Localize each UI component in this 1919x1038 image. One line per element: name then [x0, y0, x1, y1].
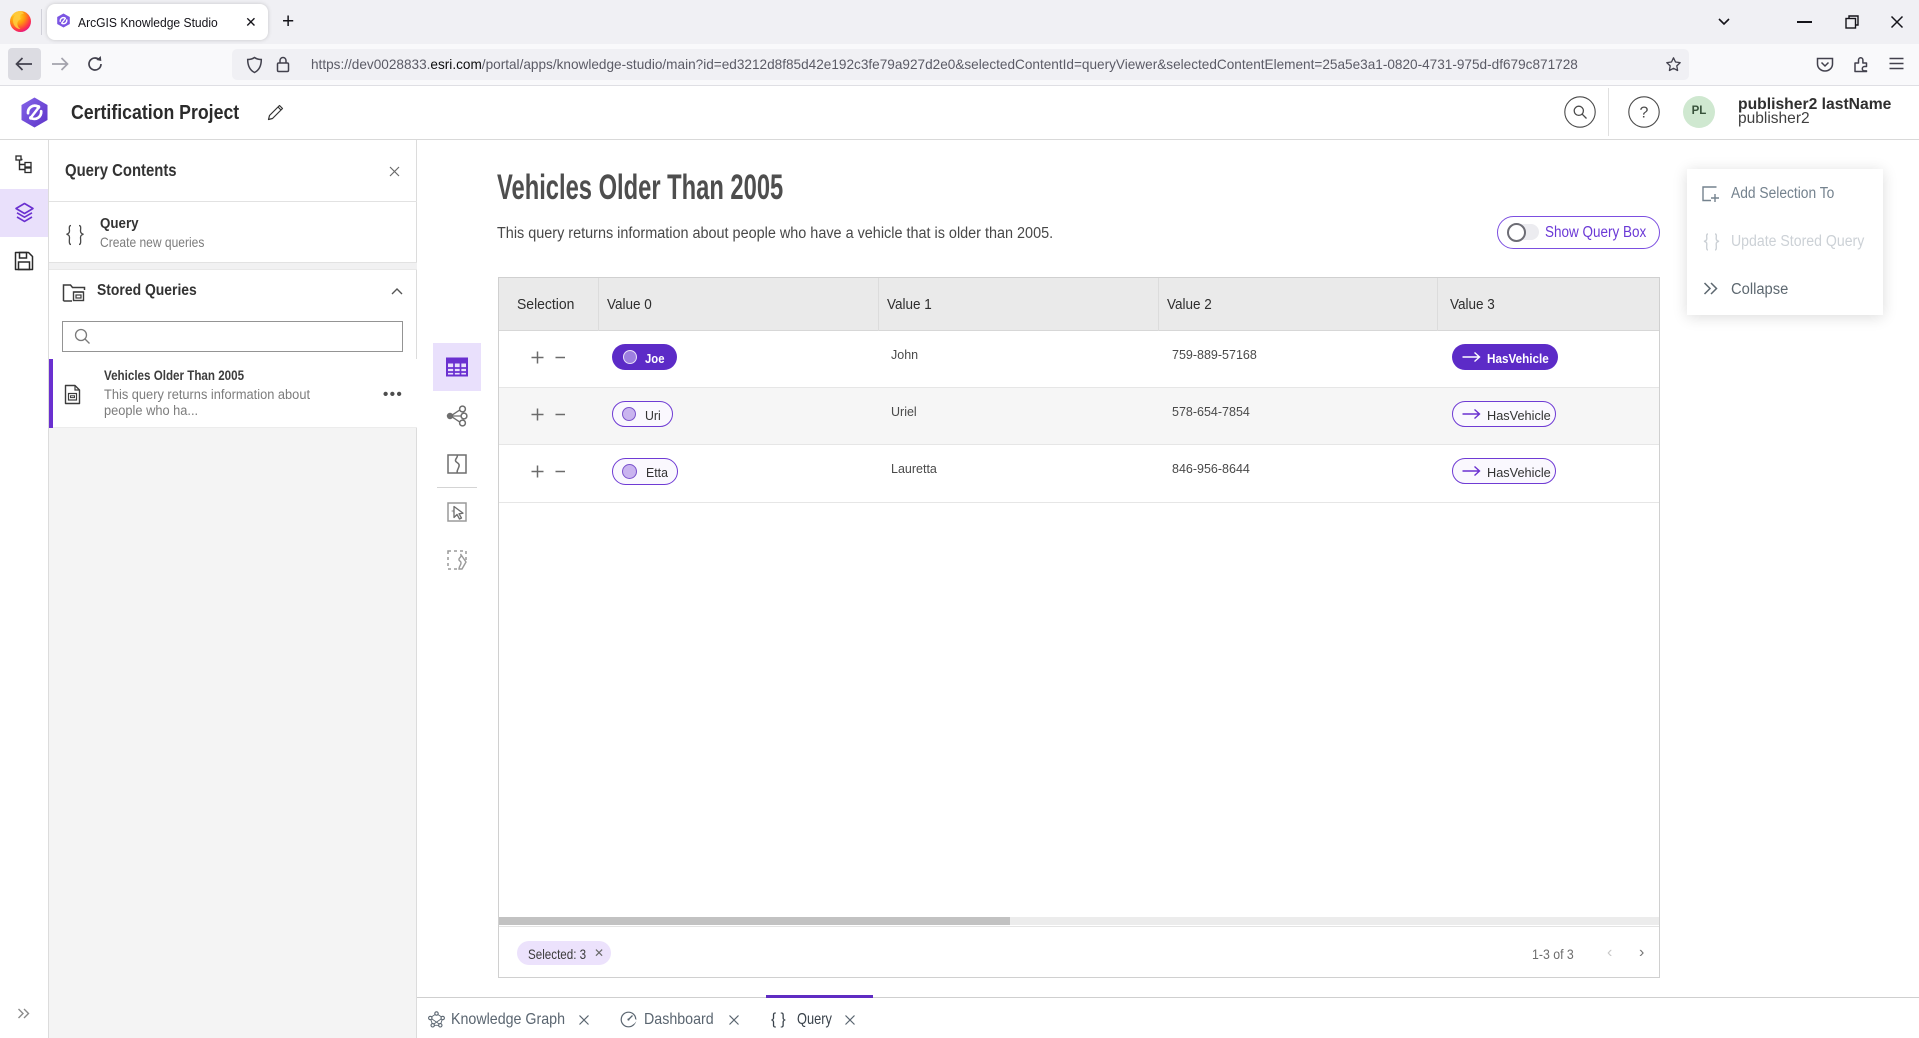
svg-text:?: ? [1640, 105, 1649, 122]
